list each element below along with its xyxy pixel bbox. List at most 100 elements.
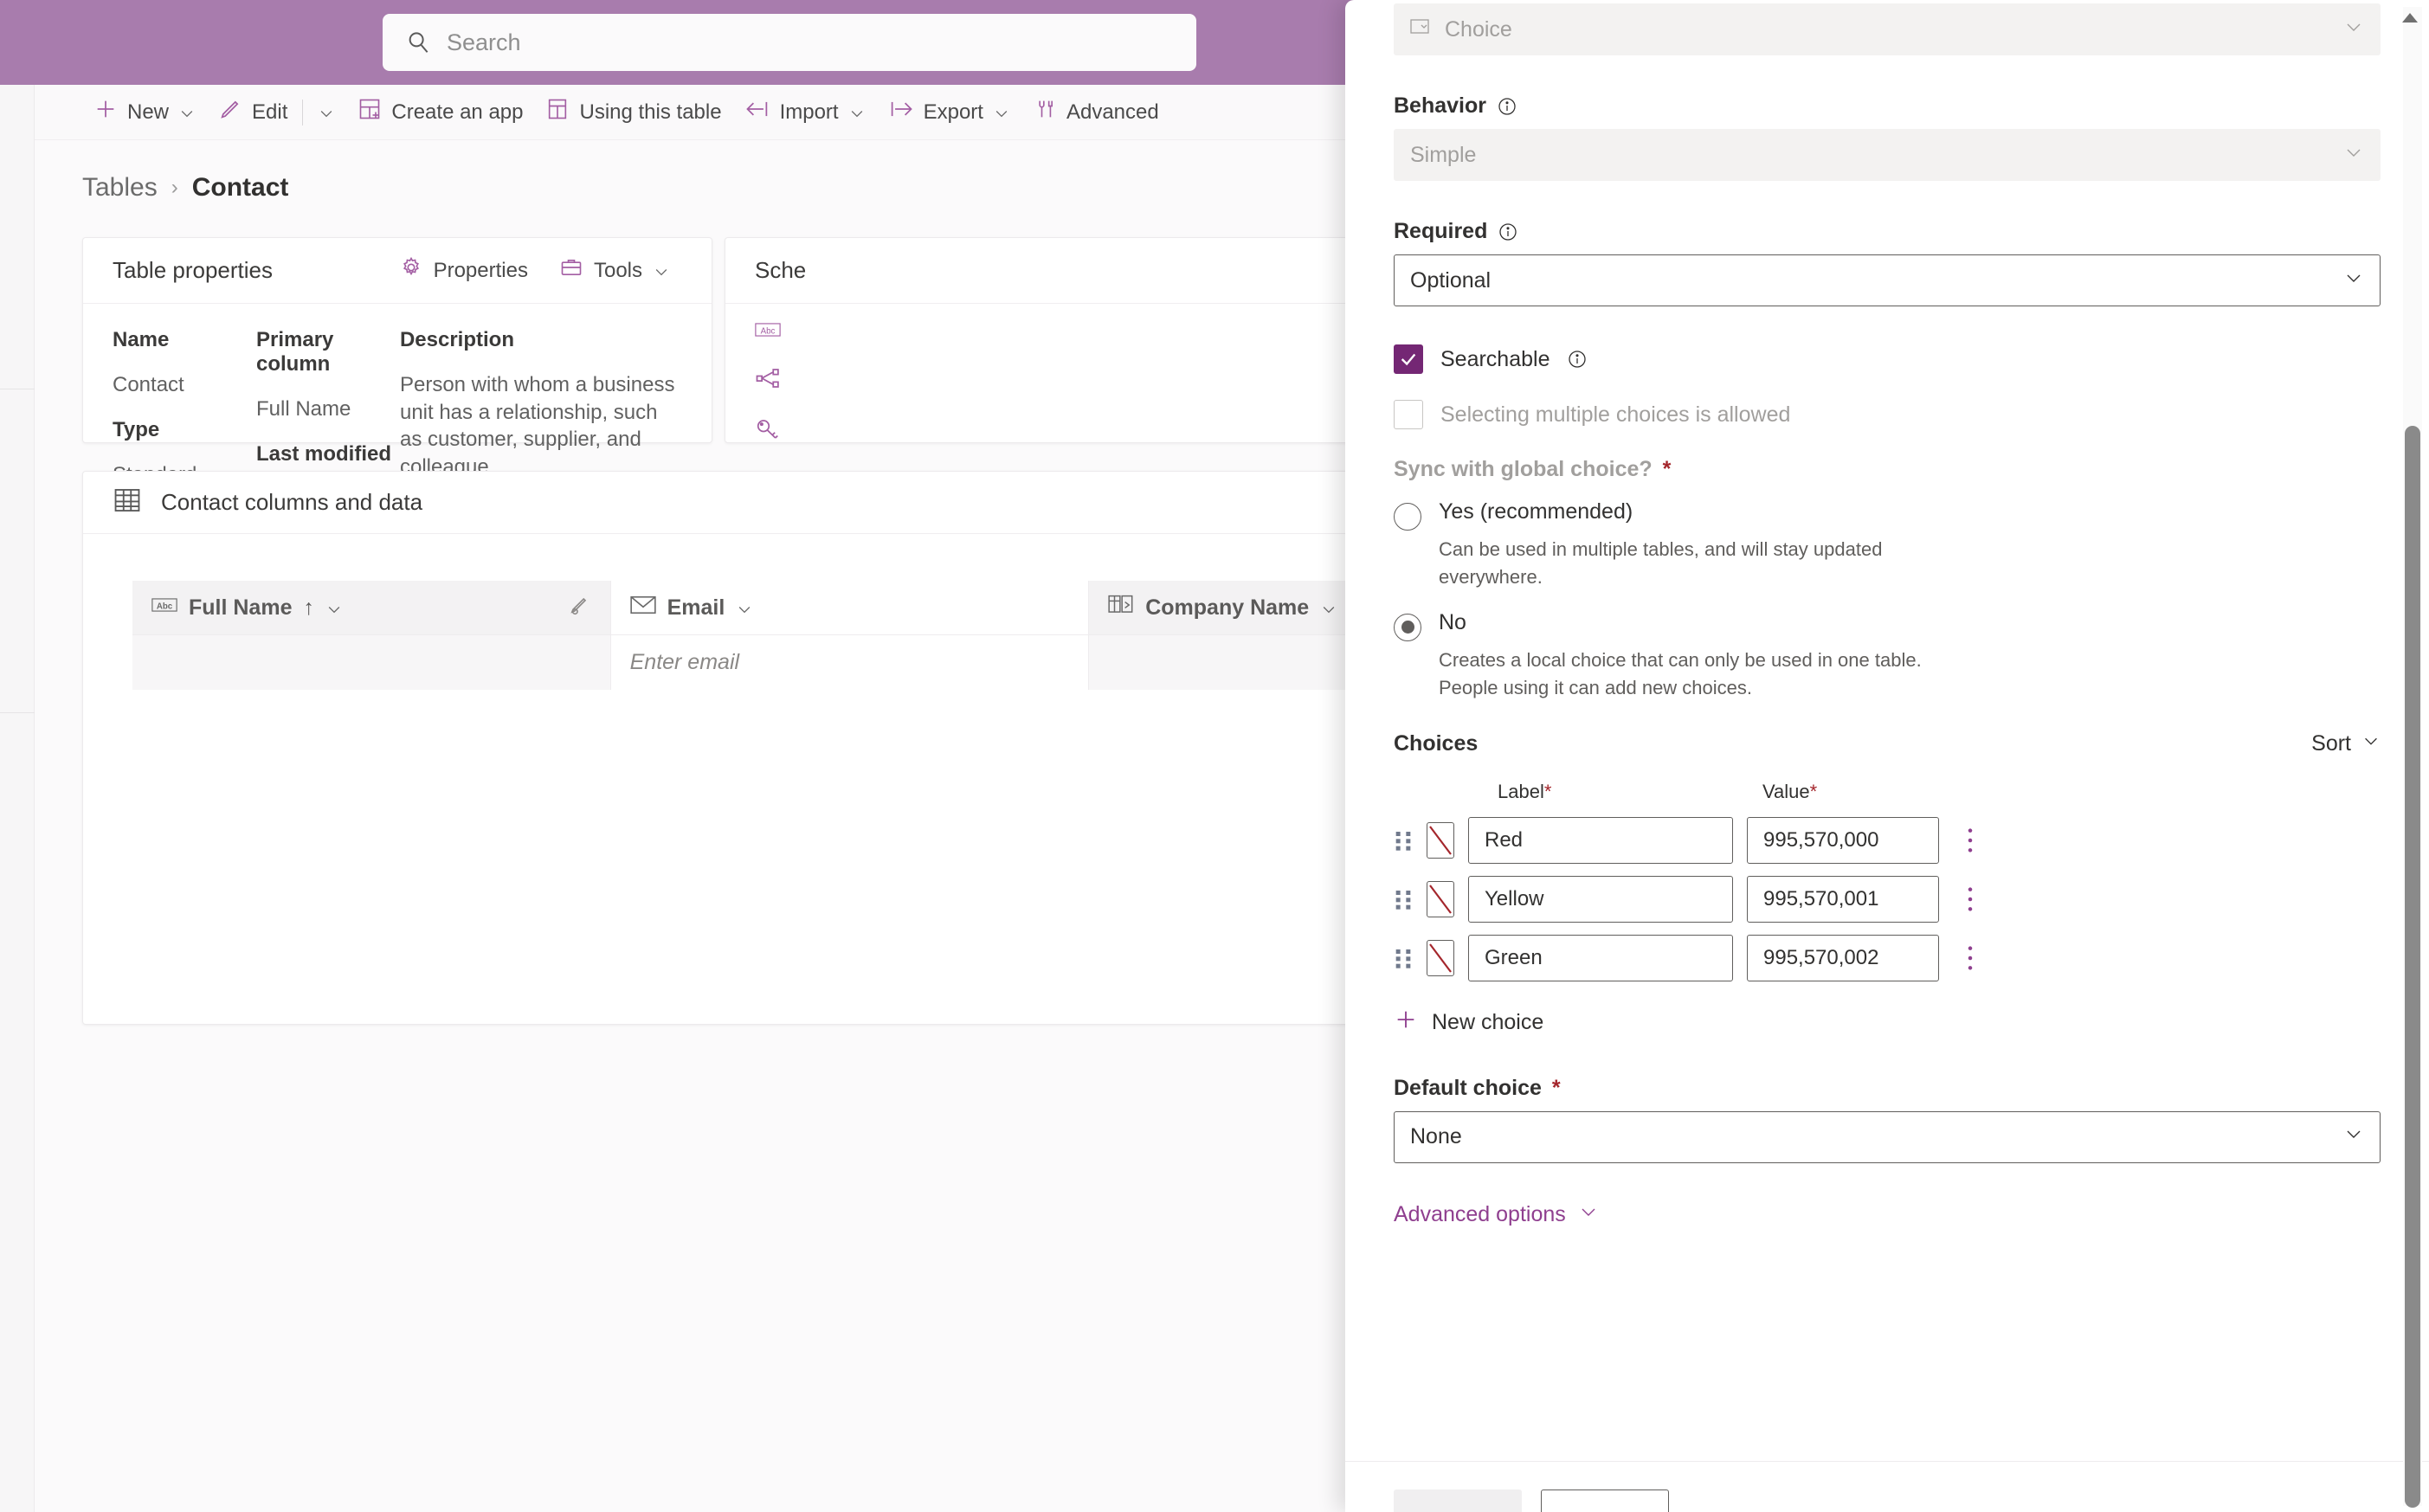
choices-value-column-header: Value* — [1762, 781, 1955, 803]
sync-option-yes[interactable]: Yes (recommended) Can be used in multipl… — [1394, 499, 2381, 591]
command-new[interactable]: New — [82, 85, 207, 140]
searchable-checkbox-row[interactable]: Searchable — [1394, 344, 2381, 374]
more-options-icon[interactable] — [1962, 826, 1979, 855]
global-search-box[interactable]: Search — [383, 14, 1196, 71]
export-arrow-icon — [888, 97, 914, 127]
command-advanced[interactable]: Advanced — [1021, 85, 1170, 140]
sort-button[interactable]: Sort — [2311, 731, 2381, 756]
more-options-icon[interactable] — [1962, 885, 1979, 914]
command-using-this-table[interactable]: Using this table — [534, 85, 732, 140]
command-create-an-app-label: Create an app — [391, 100, 524, 124]
default-choice-dropdown[interactable]: None — [1394, 1110, 2381, 1163]
required-label: Required — [1394, 219, 1488, 243]
column-properties-flyout: Choice Behavior Simple Required Optional… — [1345, 0, 2429, 1512]
behavior-label-row: Behavior — [1394, 93, 2381, 119]
drag-handle-icon[interactable] — [1394, 827, 1413, 853]
column-header-full-name[interactable]: Abc Full Name ↑ — [132, 581, 611, 634]
save-button[interactable] — [1394, 1489, 1522, 1512]
choice-label-input[interactable]: Green — [1468, 934, 1733, 981]
left-nav-rail[interactable] — [0, 85, 35, 1512]
edit-column-pencil-icon[interactable] — [567, 593, 591, 623]
column-header-email[interactable]: Email — [611, 581, 1090, 634]
command-advanced-label: Advanced — [1066, 100, 1159, 124]
info-icon[interactable] — [1567, 349, 1588, 370]
info-icon[interactable] — [1498, 222, 1518, 242]
more-options-icon[interactable] — [1962, 943, 1979, 973]
chevron-down-icon[interactable] — [2343, 1123, 2364, 1150]
breadcrumb-tables-link[interactable]: Tables — [82, 173, 158, 203]
tools-icon — [1033, 97, 1057, 127]
data-type-dropdown[interactable]: Choice — [1394, 3, 2381, 55]
radio-no[interactable] — [1394, 613, 1421, 641]
required-asterisk: * — [1551, 1075, 1561, 1100]
choice-value-value: 995,570,000 — [1763, 827, 1879, 852]
color-swatch-no-color-icon[interactable] — [1427, 880, 1454, 917]
columns-and-data-header: Contact columns and data — [83, 472, 1380, 534]
color-swatch-no-color-icon[interactable] — [1427, 939, 1454, 976]
choice-value-input[interactable]: 995,570,000 — [1747, 816, 1939, 864]
scroll-up-arrow-icon[interactable] — [2401, 12, 2419, 24]
drag-handle-icon[interactable] — [1394, 945, 1413, 971]
sync-option-no[interactable]: No Creates a local choice that can only … — [1394, 610, 2381, 702]
column-header-company-name[interactable]: Company Name — [1089, 581, 1380, 634]
command-edit[interactable]: Edit — [207, 85, 346, 140]
choice-value-input[interactable]: 995,570,001 — [1747, 875, 1939, 923]
schema-row-keys[interactable] — [755, 416, 1382, 448]
command-import[interactable]: Import — [733, 85, 877, 140]
chevron-down-icon[interactable] — [2343, 267, 2364, 294]
svg-text:Abc: Abc — [157, 602, 173, 611]
chevron-down-icon[interactable] — [736, 599, 753, 616]
schema-card-header: Sche — [725, 238, 1382, 304]
chevron-down-icon[interactable] — [178, 104, 196, 121]
sort-ascending-icon[interactable]: ↑ — [303, 595, 314, 621]
choice-label-value: Red — [1485, 827, 1524, 852]
cell-full-name[interactable] — [132, 635, 611, 690]
drag-handle-icon[interactable] — [1394, 886, 1413, 912]
color-swatch-no-color-icon[interactable] — [1427, 821, 1454, 859]
behavior-dropdown[interactable]: Simple — [1394, 129, 2381, 181]
tools-button-label: Tools — [593, 258, 642, 282]
schema-card-list: Abc — [725, 304, 1382, 448]
chevron-down-icon[interactable] — [318, 104, 335, 121]
choice-value-input[interactable]: 995,570,002 — [1747, 934, 1939, 981]
schema-row-relationships[interactable] — [755, 365, 1382, 397]
choices-label-column-header: Label* — [1498, 781, 1762, 803]
command-create-an-app[interactable]: Create an app — [346, 85, 534, 140]
chevron-down-icon[interactable] — [993, 104, 1010, 121]
command-using-this-table-label: Using this table — [579, 100, 722, 124]
table-row[interactable]: Enter email — [132, 634, 1380, 690]
cell-company-name[interactable] — [1089, 635, 1380, 690]
field-label-name: Name — [113, 328, 170, 351]
new-choice-button[interactable]: New choice — [1394, 1007, 2381, 1038]
chevron-down-icon[interactable] — [653, 262, 670, 280]
chevron-down-icon[interactable] — [2343, 142, 2364, 169]
cell-email[interactable]: Enter email — [611, 635, 1090, 690]
sync-option-no-row[interactable]: No — [1394, 610, 2381, 641]
flyout-scrollbar-thumb[interactable] — [2405, 426, 2420, 1508]
flyout-footer — [1345, 1461, 2429, 1512]
choice-row: Green 995,570,002 — [1394, 934, 2381, 981]
chevron-down-icon[interactable] — [325, 599, 343, 616]
info-icon[interactable] — [1497, 96, 1517, 117]
table-icon — [545, 97, 570, 127]
choice-label-input[interactable]: Red — [1468, 816, 1733, 864]
chevron-down-icon[interactable] — [1320, 599, 1337, 616]
properties-button[interactable]: Properties — [387, 248, 540, 294]
abc-icon: Abc — [755, 319, 781, 346]
required-dropdown[interactable]: Optional — [1394, 254, 2381, 306]
searchable-checkbox[interactable] — [1394, 344, 1423, 374]
lookup-icon — [1108, 594, 1134, 622]
schema-row-columns[interactable]: Abc — [755, 319, 1382, 346]
tools-button[interactable]: Tools — [547, 248, 682, 294]
chevron-down-icon[interactable] — [2343, 16, 2364, 43]
data-type-value: Choice — [1445, 16, 1512, 42]
schema-card: Sche Abc — [725, 237, 1382, 443]
advanced-options-toggle[interactable]: Advanced options — [1394, 1201, 2381, 1228]
cancel-button[interactable] — [1541, 1489, 1669, 1512]
chevron-down-icon[interactable] — [848, 104, 866, 121]
command-export[interactable]: Export — [877, 85, 1021, 140]
gear-icon — [399, 255, 423, 286]
radio-yes[interactable] — [1394, 503, 1421, 531]
choice-label-input[interactable]: Yellow — [1468, 875, 1733, 923]
sync-option-yes-row[interactable]: Yes (recommended) — [1394, 499, 2381, 531]
